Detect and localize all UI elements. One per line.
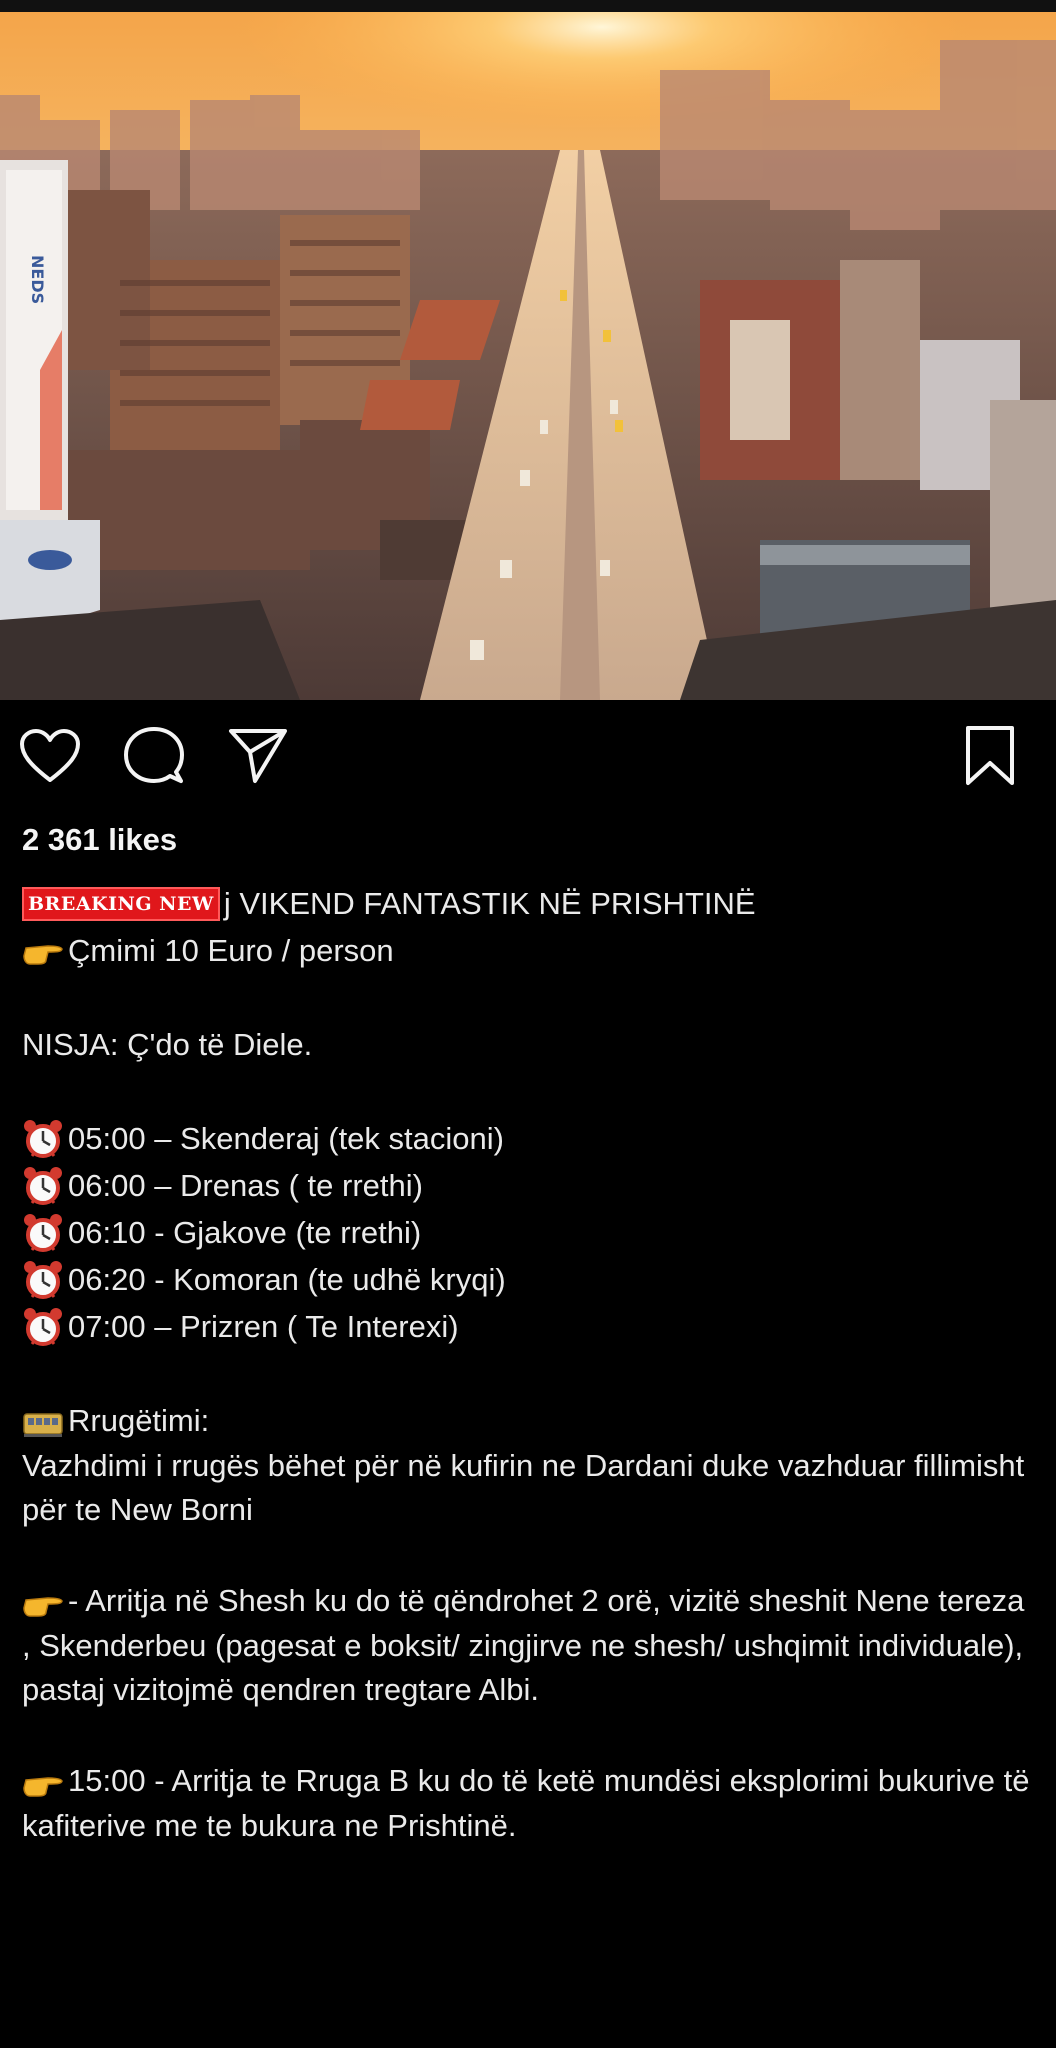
- afternoon-paragraph: 15:00 - Arritja te Rruga B ku do të ketë…: [22, 1759, 1032, 1848]
- price-text: Çmimi 10 Euro / person: [68, 933, 394, 968]
- caption-title: BREAKING NEW j VIKEND FANTASTIK NË PRISHT…: [22, 880, 1032, 927]
- schedule-item: 06:20 - Komoran (te udhë kryqi): [22, 1256, 1032, 1303]
- backhand-index-pointing-right-emoji: [23, 1776, 63, 1797]
- city-sunset-image: NEDS: [0, 12, 1056, 700]
- like-button[interactable]: [14, 720, 86, 792]
- price-line: Çmimi 10 Euro / person: [22, 927, 1032, 974]
- arrival-paragraph: - Arritja në Shesh ku do të qëndrohet 2 …: [22, 1579, 1032, 1712]
- schedule-text: 06:20 - Komoran (te udhë kryqi): [68, 1262, 506, 1297]
- share-button[interactable]: [222, 720, 294, 792]
- alarm-clock-emoji: [24, 1119, 62, 1158]
- schedule-text: 06:00 – Drenas ( te rrethi): [68, 1168, 423, 1203]
- schedule-text: 06:10 - Gjakove (te rrethi): [68, 1215, 422, 1250]
- afternoon-text: 15:00 - Arritja te Rruga B ku do të ketë…: [22, 1762, 1030, 1843]
- save-button[interactable]: [954, 720, 1026, 792]
- departure-line: NISJA: Ç'do të Diele.: [22, 1027, 313, 1062]
- schedule-text: 07:00 – Prizren ( Te Interexi): [68, 1309, 459, 1344]
- schedule-item: 06:10 - Gjakove (te rrethi): [22, 1209, 1032, 1256]
- alarm-clock-emoji: [24, 1260, 62, 1299]
- backhand-index-pointing-right-emoji: [23, 1597, 63, 1617]
- caption-title-text: j VIKEND FANTASTIK NË PRISHTINË: [223, 886, 756, 921]
- alarm-clock-emoji: [24, 1166, 62, 1205]
- arrival-text: - Arritja në Shesh ku do të qëndrohet 2 …: [22, 1583, 1025, 1707]
- schedule-text: 05:00 – Skenderaj (tek stacioni): [68, 1121, 504, 1156]
- post-action-bar: [0, 720, 1056, 800]
- schedule-item: 06:00 – Drenas ( te rrethi): [22, 1162, 1032, 1209]
- comment-bubble-icon: [124, 727, 184, 783]
- post-caption: BREAKING NEW j VIKEND FANTASTIK NË PRISHT…: [22, 880, 1032, 1848]
- breaking-news-badge: BREAKING NEW: [22, 886, 220, 921]
- route-heading: Rrugëtimi:: [22, 1397, 1032, 1444]
- route-heading-text: Rrugëtimi:: [68, 1403, 210, 1438]
- post-photo[interactable]: NEDS: [0, 0, 1056, 700]
- alarm-clock-emoji: [24, 1307, 62, 1346]
- backhand-index-pointing-right-emoji: [23, 944, 63, 965]
- tower-sign-text: NEDS: [28, 255, 47, 304]
- tram-car-emoji: [23, 1412, 63, 1437]
- alarm-clock-emoji: [24, 1213, 62, 1252]
- likes-count[interactable]: 2 361 likes: [22, 822, 177, 858]
- schedule-item: 07:00 – Prizren ( Te Interexi): [22, 1303, 1032, 1350]
- comment-button[interactable]: [118, 720, 190, 792]
- heart-icon: [20, 729, 80, 782]
- bookmark-icon: [966, 726, 1014, 785]
- route-text: Vazhdimi i rrugës bëhet për në kufirin n…: [22, 1448, 1025, 1527]
- paper-plane-icon: [229, 729, 287, 783]
- schedule-item: 05:00 – Skenderaj (tek stacioni): [22, 1115, 1032, 1162]
